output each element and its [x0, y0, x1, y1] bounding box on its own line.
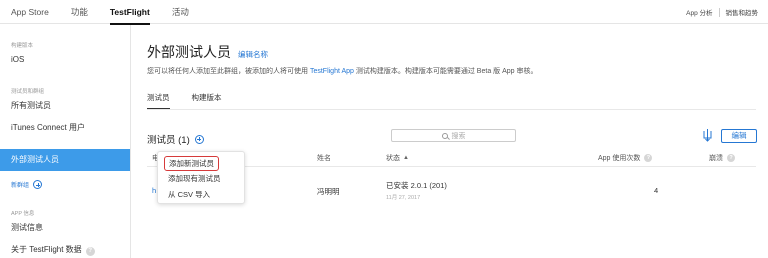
menu-item-add-new-tester[interactable]: 添加新测试员 — [164, 156, 219, 171]
tabs: 测试员 构建版本 — [147, 92, 244, 109]
top-right-links: App 分析 销售和趋势 — [686, 0, 758, 24]
nav-app-store[interactable]: App Store — [0, 0, 60, 24]
menu-item-add-existing-tester[interactable]: 添加现有测试员 — [168, 173, 221, 184]
sidebar-item-itc-users[interactable]: iTunes Connect 用户 — [0, 121, 130, 135]
page-title: 外部测试人员 — [147, 44, 231, 60]
tab-builds[interactable]: 构建版本 — [192, 92, 222, 109]
add-tester-icon[interactable] — [194, 134, 204, 144]
nav-activity[interactable]: 活动 — [161, 0, 200, 24]
menu-item-import-csv[interactable]: 从 CSV 导入 — [168, 189, 210, 200]
tester-sessions: 4 — [654, 186, 659, 195]
sidebar-heading-testers: 测试员和群组 — [11, 89, 45, 95]
sales-trends-link[interactable]: 销售和趋势 — [726, 7, 759, 17]
export-icon[interactable] — [703, 128, 712, 142]
sidebar-item-external-testers[interactable]: 外部测试人员 — [0, 149, 130, 171]
sidebar-item-all-testers[interactable]: 所有测试员 — [0, 99, 130, 113]
column-header-status-label: 状态 — [386, 155, 400, 162]
column-header-status[interactable]: 状态 ▲ — [386, 151, 409, 165]
divider — [147, 109, 756, 110]
sidebar: 构建版本 iOS 测试员和群组 所有测试员 iTunes Connect 用户 … — [0, 25, 131, 258]
help-icon[interactable]: ? — [644, 154, 653, 162]
title-row: 外部测试人员 编辑名称 — [147, 42, 268, 62]
sidebar-heading-builds: 构建版本 — [11, 43, 34, 49]
tester-email[interactable]: h — [152, 186, 156, 195]
description-text-end: 测试构建版本。构建版本可能需要通过 Beta 版 App 审核。 — [353, 68, 538, 75]
sidebar-heading-app-info: APP 信息 — [11, 211, 35, 217]
column-header-name-label: 姓名 — [317, 155, 331, 162]
edit-button[interactable]: 编辑 — [721, 129, 757, 143]
search-input[interactable]: 搜索 — [391, 129, 516, 142]
divider — [718, 7, 720, 17]
column-header-name[interactable]: 姓名 — [317, 151, 331, 165]
column-header-sessions[interactable]: App 使用次数 ? — [598, 151, 653, 165]
description-text: 您可以将任何人添加至此群组，被添加的人将可使用 — [147, 68, 310, 75]
testflight-app-link[interactable]: TestFlight App — [310, 68, 354, 75]
edit-name-link[interactable]: 编辑名称 — [238, 49, 268, 60]
nav-testflight[interactable]: TestFlight — [99, 0, 161, 25]
app-analytics-link[interactable]: App 分析 — [686, 7, 712, 17]
main-content: 外部测试人员 编辑名称 您可以将任何人添加至此群组，被添加的人将可使用 Test… — [131, 25, 768, 258]
tester-status-date: 11月 27, 2017 — [386, 195, 421, 201]
search-icon — [441, 132, 448, 139]
sidebar-item-test-info[interactable]: 测试信息 — [0, 221, 130, 235]
column-header-sessions-label: App 使用次数 — [598, 155, 641, 162]
tester-status: 已安装 2.0.1 (201) — [386, 181, 447, 190]
tab-testers[interactable]: 测试员 — [147, 92, 170, 109]
page-description: 您可以将任何人添加至此群组，被添加的人将可使用 TestFlight App 测… — [147, 66, 538, 76]
help-icon[interactable]: ? — [85, 247, 95, 256]
help-icon[interactable]: ? — [727, 154, 735, 162]
plus-icon — [33, 180, 43, 189]
tester-name: 冯明明 — [317, 187, 340, 196]
testers-section-title: 测试员 (1) — [147, 132, 204, 146]
nav-features[interactable]: 功能 — [60, 0, 99, 24]
sidebar-item-ios[interactable]: iOS — [0, 53, 130, 67]
about-testflight-label: 关于 TestFlight 数据 — [11, 245, 82, 254]
column-header-crashes[interactable]: 崩溃 ? — [709, 151, 735, 165]
column-header-crashes-label: 崩溃 — [709, 155, 723, 162]
add-tester-menu: 添加新测试员 添加现有测试员 从 CSV 导入 — [157, 151, 245, 204]
new-group-button[interactable]: 新群组 — [11, 180, 43, 189]
sidebar-item-about-testflight[interactable]: 关于 TestFlight 数据? — [0, 243, 130, 257]
top-nav: App Store 功能 TestFlight 活动 — [0, 0, 200, 25]
sort-ascending-icon: ▲ — [403, 155, 409, 161]
testers-count-heading: 测试员 (1) — [147, 135, 190, 146]
top-bar: App Store 功能 TestFlight 活动 App 分析 销售和趋势 — [0, 0, 768, 25]
new-group-label: 新群组 — [11, 183, 30, 189]
search-placeholder: 搜索 — [451, 132, 466, 140]
